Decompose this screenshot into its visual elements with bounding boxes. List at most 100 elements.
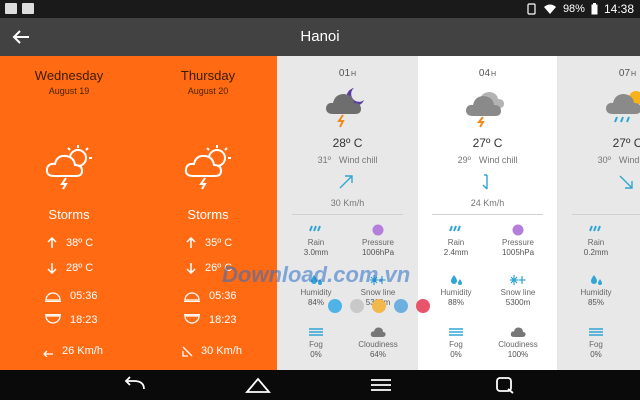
- app-bar: Hanoi: [0, 18, 640, 56]
- battery-percent: 98%: [562, 3, 585, 15]
- wind-direction-icon: [619, 175, 633, 189]
- storm-cloud-icon: [466, 92, 504, 128]
- daily-card-wednesday[interactable]: Wednesday August 19 Storms 38º C 28º C 0…: [0, 56, 138, 370]
- wind-speed: 30 Km/h: [201, 345, 242, 357]
- home-nav-icon[interactable]: [245, 376, 271, 394]
- daily-forecast-panel[interactable]: Wednesday August 19 Storms 38º C 28º C 0…: [0, 56, 277, 370]
- rain-metric: Rain 0.2mm: [566, 224, 626, 257]
- sunrise-icon: [184, 292, 200, 302]
- sunset-row: 18:23: [183, 314, 237, 326]
- wind-direction-icon: [482, 174, 488, 190]
- rain-metric: Rain 2.4mm: [426, 224, 486, 257]
- storm-cloud-sun-icon: [184, 145, 231, 190]
- phone-rotate-icon: [527, 3, 536, 15]
- arrow-up-icon: [186, 237, 196, 248]
- status-bar: 98% 14:38: [0, 0, 640, 18]
- wind-chill: 31º Wind chill: [317, 155, 378, 165]
- back-nav-icon[interactable]: [122, 376, 148, 394]
- sunrise-time: 05:36: [70, 290, 98, 302]
- low-temp: 26º C: [205, 262, 233, 274]
- day-date: August 19: [48, 86, 90, 96]
- hourly-card-07h[interactable]: 07H 27º C 30ºWind chill Rain0.2mm Humidi…: [558, 56, 640, 370]
- pressure-metric: Pressure 1006hPa: [348, 224, 408, 257]
- snowflake-icon: [510, 275, 526, 285]
- storm-cloud-sun-icon: [606, 91, 640, 123]
- rain-metric: Rain 3.0mm: [286, 224, 346, 257]
- divider: [572, 214, 640, 215]
- low-temp: 28º C: [66, 262, 94, 274]
- fog-icon: [589, 328, 603, 336]
- snow-line-metric: Snow line 5300m: [348, 274, 408, 307]
- hour-temp: 27º C: [612, 136, 640, 150]
- gmail-notification-icon: [5, 3, 17, 14]
- day-name: Thursday: [180, 68, 236, 83]
- wind-direction-icon: [339, 175, 353, 189]
- humidity-drops-icon: [311, 275, 322, 285]
- cloud-icon: [510, 327, 526, 337]
- snowflake-icon: [370, 275, 386, 285]
- low-temp-row: 26º C: [185, 262, 232, 274]
- night-storm-icon: [326, 88, 364, 128]
- system-nav-bar: [0, 370, 640, 400]
- arrow-down-icon: [186, 263, 196, 274]
- day-date: August 20: [187, 86, 229, 96]
- hour-label: 07H: [618, 68, 637, 79]
- divider: [292, 214, 403, 215]
- divider: [432, 214, 543, 215]
- sunrise-time: 05:36: [209, 290, 237, 302]
- fog-metric: Fog 0%: [566, 326, 626, 359]
- high-temp: 38º C: [66, 237, 94, 249]
- pressure-gauge-icon: [512, 224, 524, 236]
- daily-card-thursday[interactable]: Thursday August 20 Storms 35º C 26º C 05…: [139, 56, 277, 370]
- battery-icon: [591, 3, 598, 15]
- humidity-metric: Humidity 88%: [426, 274, 486, 307]
- storm-cloud-sun-icon: [45, 145, 92, 190]
- cloudiness-metric: Cloudiness 64%: [348, 326, 408, 359]
- day-name: Wednesday: [34, 68, 104, 83]
- high-temp-row: 35º C: [185, 237, 232, 249]
- menu-nav-icon[interactable]: [368, 376, 394, 394]
- hourly-card-04h[interactable]: 04H 27º C 29º Wind chill 24 Km/h Rain 2.4m…: [418, 56, 557, 370]
- wind-row: 30 Km/h: [181, 345, 242, 357]
- clock: 14:38: [603, 2, 634, 16]
- forecast-content[interactable]: Wednesday August 19 Storms 38º C 28º C 0…: [0, 56, 640, 370]
- humidity-drops-icon: [451, 275, 462, 285]
- humidity-metric: Humidity 84%: [286, 274, 346, 307]
- rain-drops-icon: [309, 225, 321, 232]
- wind-chill: 29º Wind chill: [457, 155, 518, 165]
- hour-label: 01H: [338, 68, 357, 79]
- cloud-icon: [370, 327, 386, 337]
- hour-temp: 27º C: [472, 136, 503, 150]
- wind-direction-icon: [182, 346, 193, 357]
- sunset-row: 18:23: [44, 314, 98, 326]
- cloudiness-metric: Cloudiness 100%: [488, 326, 548, 359]
- high-temp-row: 38º C: [46, 237, 93, 249]
- sunrise-row: 05:36: [183, 290, 237, 302]
- humidity-drops-icon: [591, 275, 602, 285]
- arrow-down-icon: [47, 263, 57, 274]
- rain-drops-icon: [589, 225, 601, 232]
- fog-metric: Fog 0%: [286, 326, 346, 359]
- sunset-time: 18:23: [70, 314, 98, 326]
- low-temp-row: 28º C: [46, 262, 93, 274]
- fog-icon: [309, 328, 323, 336]
- wind-direction-icon: [43, 350, 53, 357]
- hourly-card-01h[interactable]: 01H 28º C 31º Wind chill 30 Km/h Rain 3.0m…: [278, 56, 417, 370]
- wind-speed: 26 Km/h: [62, 345, 103, 357]
- hour-wind-speed: 24 Km/h: [470, 198, 505, 208]
- hour-wind-speed: 30 Km/h: [330, 198, 365, 208]
- page-title: Hanoi: [300, 28, 340, 45]
- fog-metric: Fog 0%: [426, 326, 486, 359]
- high-temp: 35º C: [205, 237, 233, 249]
- wind-chill: 30ºWind chill: [597, 155, 640, 165]
- hour-temp: 28º C: [332, 136, 363, 150]
- fog-icon: [449, 328, 463, 336]
- sunrise-icon: [45, 292, 61, 302]
- sunset-icon: [45, 314, 61, 324]
- rain-drops-icon: [449, 225, 461, 232]
- humidity-metric: Humidity 85%: [566, 274, 626, 307]
- arrow-up-icon: [47, 237, 57, 248]
- wind-row: 26 Km/h: [42, 345, 103, 357]
- search-nav-icon[interactable]: [492, 376, 518, 394]
- snow-line-metric: Snow line 5300m: [488, 274, 548, 307]
